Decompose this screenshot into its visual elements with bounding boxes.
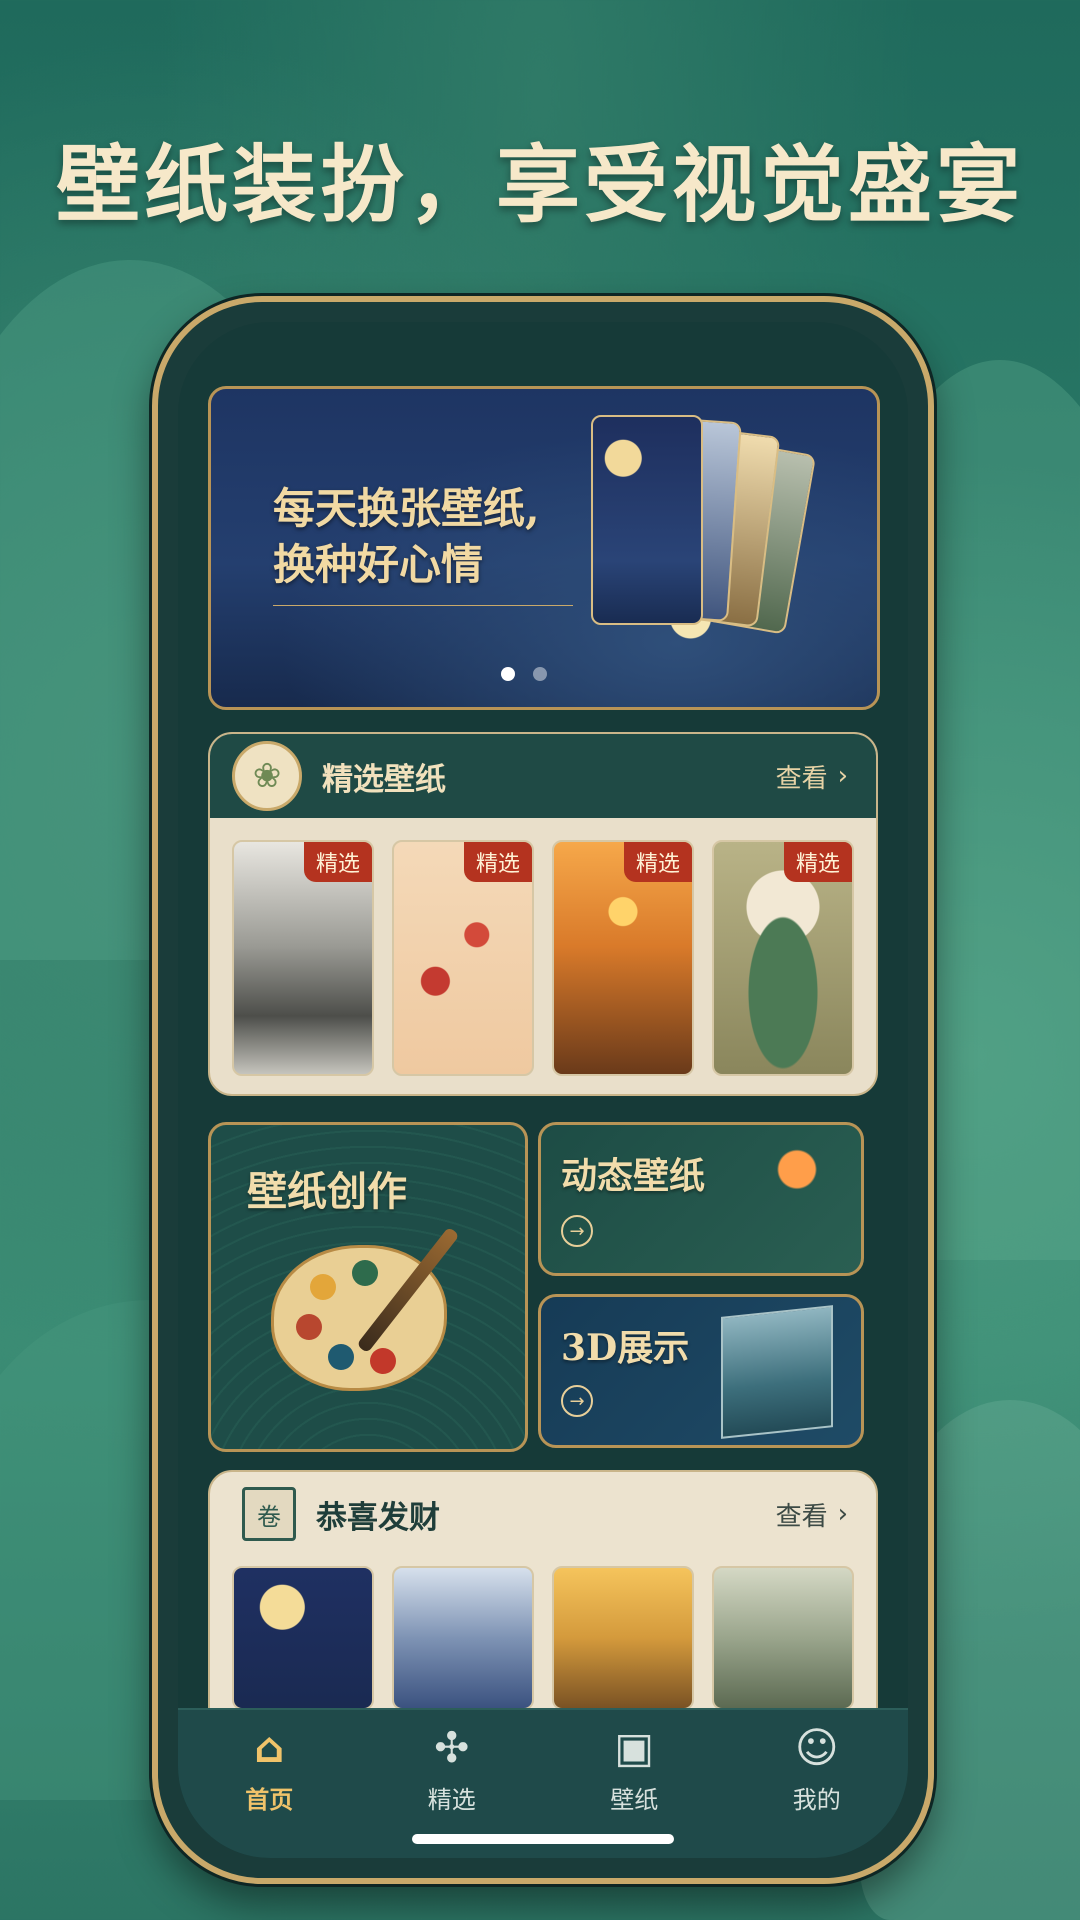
banner-title: 每天换张壁纸, 换种好心情 xyxy=(273,481,540,593)
3d-display-tile[interactable]: 3D展示 → xyxy=(538,1294,864,1448)
create-title: 壁纸创作 xyxy=(247,1168,407,1215)
banner-divider xyxy=(273,605,573,606)
grid-icon: ✣ xyxy=(434,1723,470,1772)
lotus-icon: ❀ xyxy=(232,741,302,811)
tab-featured-label: 精选 xyxy=(427,1786,476,1814)
pagination-dot-active[interactable] xyxy=(501,667,515,681)
tab-mine[interactable]: ☺ 我的 xyxy=(742,1724,892,1858)
image-icon: ▣ xyxy=(614,1723,655,1772)
home-icon: ⌂ xyxy=(254,1723,285,1772)
paint-dot xyxy=(370,1348,396,1374)
scroll-icon: 卷 xyxy=(242,1487,296,1541)
tab-wallpaper-label: 壁纸 xyxy=(610,1786,659,1814)
featured-tag: 精选 xyxy=(623,842,692,882)
app-screen: 每天换张壁纸, 换种好心情 ❀ 精选壁纸 查看 › 精选 精选 精选 精选 壁纸… xyxy=(178,322,908,1858)
phone-frame: 每天换张壁纸, 换种好心情 ❀ 精选壁纸 查看 › 精选 精选 精选 精选 壁纸… xyxy=(152,296,934,1884)
paint-dot xyxy=(310,1274,336,1300)
featured-wallpaper-plum-bird[interactable]: 精选 xyxy=(392,840,534,1076)
paint-dot xyxy=(328,1344,354,1370)
arrow-right-icon: → xyxy=(561,1385,593,1417)
fortune-wallpaper-moon[interactable] xyxy=(232,1566,374,1710)
featured-thumbnails: 精选 精选 精选 精选 xyxy=(232,840,854,1076)
3d-title: 3D展示 xyxy=(561,1327,690,1369)
featured-wallpaper-sunset-boat[interactable]: 精选 xyxy=(552,840,694,1076)
tab-home[interactable]: ⌂ 首页 xyxy=(194,1724,344,1858)
user-icon: ☺ xyxy=(794,1723,839,1772)
fortune-thumbnails xyxy=(232,1566,854,1710)
pagination-dot[interactable] xyxy=(533,667,547,681)
fortune-header: 卷 恭喜发财 查看 › xyxy=(210,1472,876,1556)
fortune-more-link[interactable]: 查看 › xyxy=(776,1496,848,1533)
featured-title: 精选壁纸 xyxy=(322,761,446,798)
banner-line-1: 每天换张壁纸, xyxy=(273,484,540,533)
fortune-more-label: 查看 xyxy=(775,1501,828,1532)
fortune-title: 恭喜发财 xyxy=(316,1499,440,1536)
featured-more-link[interactable]: 查看 › xyxy=(776,758,848,795)
banner-line-2: 换种好心情 xyxy=(273,540,484,589)
featured-more-label: 查看 xyxy=(775,763,828,794)
featured-wallpaper-ink-landscape[interactable]: 精选 xyxy=(232,840,374,1076)
fortune-wallpaper-bamboo[interactable] xyxy=(712,1566,854,1710)
tab-mine-label: 我的 xyxy=(792,1786,841,1814)
fortune-wallpaper-golden-valley[interactable] xyxy=(552,1566,694,1710)
paint-dot xyxy=(296,1314,322,1340)
arrow-right-icon: → xyxy=(561,1215,593,1247)
banner-card-main xyxy=(591,415,703,625)
chevron-right-icon: › xyxy=(837,761,848,791)
paint-dot xyxy=(352,1260,378,1286)
featured-tag: 精选 xyxy=(303,842,372,882)
fortune-wallpaper-mountains[interactable] xyxy=(392,1566,534,1710)
featured-section: ❀ 精选壁纸 查看 › 精选 精选 精选 精选 xyxy=(208,732,878,1096)
chevron-right-icon: › xyxy=(837,1499,848,1529)
promo-banner[interactable]: 每天换张壁纸, 换种好心情 xyxy=(208,386,880,710)
wallpaper-create-tile[interactable]: 壁纸创作 xyxy=(208,1122,528,1452)
banner-pagination[interactable] xyxy=(501,667,547,681)
live-title: 动态壁纸 xyxy=(561,1155,706,1197)
live-wallpaper-tile[interactable]: 动态壁纸 → xyxy=(538,1122,864,1276)
featured-tag: 精选 xyxy=(463,842,532,882)
cube-icon xyxy=(721,1305,833,1439)
home-indicator[interactable] xyxy=(412,1834,674,1844)
headline: 壁纸装扮，享受视觉盛宴 xyxy=(55,135,1024,234)
featured-header: ❀ 精选壁纸 查看 › xyxy=(210,734,876,818)
featured-tag: 精选 xyxy=(783,842,852,882)
tab-home-label: 首页 xyxy=(245,1786,294,1814)
featured-wallpaper-peony-vase[interactable]: 精选 xyxy=(712,840,854,1076)
fortune-section: 卷 恭喜发财 查看 › xyxy=(208,1470,878,1734)
